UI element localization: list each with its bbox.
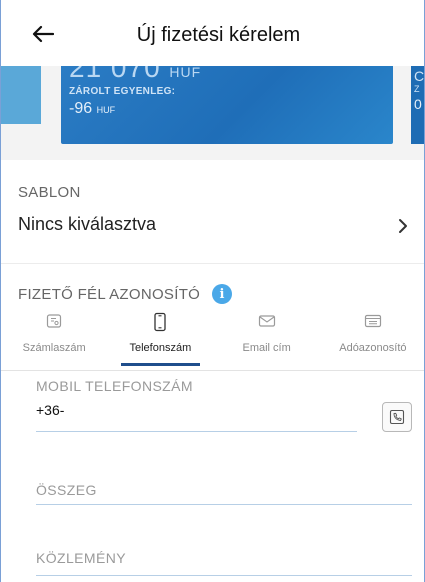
template-selector[interactable]: SABLON Nincs kiválasztva [1, 170, 424, 264]
bank-card-icon [47, 314, 62, 328]
info-icon[interactable]: i [212, 284, 233, 304]
tab-account-number[interactable]: Számlaszám [1, 308, 107, 370]
note-field[interactable]: KÖZLEMÉNY [36, 548, 412, 582]
tab-account-number-label: Számlaszám [22, 342, 86, 354]
next-card-peek-3: 0 [414, 96, 422, 112]
account-balance-value: 21 070 [69, 66, 161, 83]
payer-identifier-text: FIZETŐ FÉL AZONOSÍTÓ [18, 285, 201, 303]
tab-phone-number-label: Telefonszám [129, 342, 192, 354]
mobile-number-underline [36, 431, 357, 432]
next-card-peek-1: C [414, 68, 425, 84]
tab-tax-id[interactable]: Adóazonosító [320, 308, 424, 370]
tabs-divider [1, 370, 424, 371]
locked-balance: -96 HUF [69, 100, 115, 118]
note-label: KÖZLEMÉNY [36, 550, 126, 566]
app-bar: Új fizetési kérelem [1, 0, 424, 66]
mobile-number-field[interactable]: MOBIL TELEFONSZÁM +36- [36, 376, 412, 436]
account-card[interactable]: 21 070 HUF ZÁROLT EGYENLEG: -96 HUF [61, 66, 393, 144]
payer-identifier-section: FIZETŐ FÉL AZONOSÍTÓ i Számlaszám Telefo… [1, 268, 424, 378]
contact-book-icon [389, 409, 405, 425]
envelope-icon [258, 315, 275, 327]
id-card-icon [364, 314, 381, 328]
next-account-card[interactable]: C Z 0 [411, 66, 425, 144]
note-underline [36, 575, 412, 576]
template-label: SABLON [18, 184, 81, 201]
payer-identifier-label: FIZETŐ FÉL AZONOSÍTÓ i [18, 284, 233, 304]
amount-underline [36, 504, 412, 505]
account-carousel[interactable]: 21 070 HUF ZÁROLT EGYENLEG: -96 HUF C Z … [1, 66, 425, 160]
tab-phone-number[interactable]: Telefonszám [107, 308, 213, 370]
tab-email[interactable]: Email cím [214, 308, 320, 370]
next-card-peek-2: Z [414, 84, 420, 94]
previous-account-card[interactable] [1, 66, 41, 124]
locked-balance-currency: HUF [96, 105, 116, 115]
payer-identifier-tabs: Számlaszám Telefonszám Email cím Adóazon… [1, 308, 424, 370]
contact-picker-button[interactable] [382, 402, 412, 432]
mobile-number-input[interactable]: +36- [36, 402, 64, 418]
locked-balance-label: ZÁROLT EGYENLEG: [69, 86, 176, 97]
app-screen: Új fizetési kérelem 21 070 HUF ZÁROLT EG… [0, 0, 425, 582]
phone-icon [154, 312, 167, 332]
account-balance-currency: HUF [169, 66, 202, 80]
chevron-right-icon [399, 219, 407, 233]
amount-field[interactable]: ÖSSZEG [36, 480, 412, 520]
account-balance: 21 070 HUF [69, 66, 201, 84]
tab-tax-id-label: Adóazonosító [339, 342, 407, 354]
amount-label: ÖSSZEG [36, 482, 97, 498]
page-title: Új fizetési kérelem [136, 24, 301, 46]
template-value: Nincs kiválasztva [18, 214, 157, 234]
mobile-number-label: MOBIL TELEFONSZÁM [36, 378, 193, 394]
tab-email-label: Email cím [242, 342, 291, 354]
locked-balance-value: -96 [69, 100, 93, 117]
